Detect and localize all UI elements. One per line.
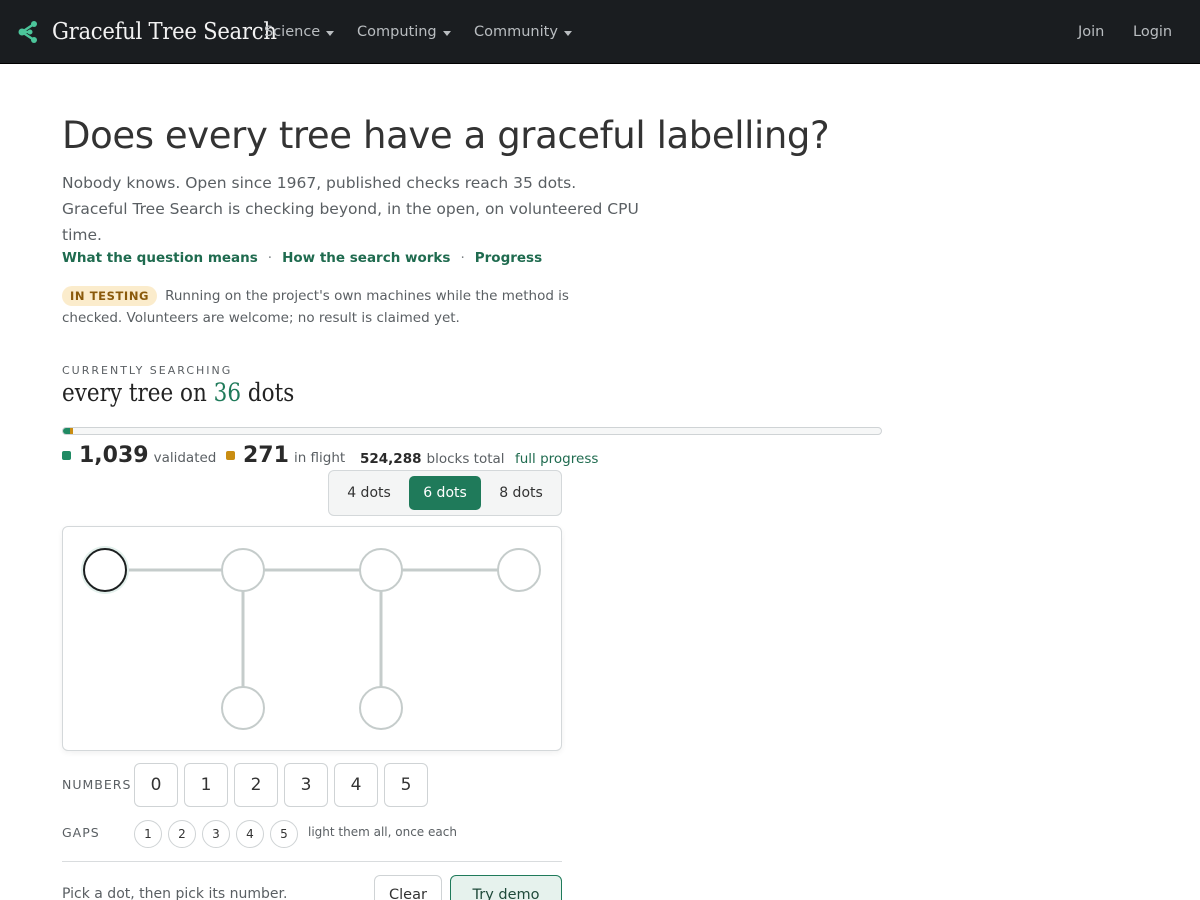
lead-paragraph: Nobody knows. Open since 1967, published… [62, 174, 639, 244]
in-flight-count: 271 [243, 443, 289, 468]
status-note: IN TESTING Running on the project's own m… [62, 285, 582, 329]
searching-heading: every tree on 36 dots [62, 378, 294, 407]
section-links: What the question means · How the search w… [62, 250, 542, 266]
join-link[interactable]: Join [1078, 0, 1104, 64]
gap-chip-1: 1 [134, 820, 162, 848]
progress-validated-fill [63, 428, 71, 434]
stat-validated: 1,039 validated [62, 443, 216, 468]
nav-menu-label: Community [474, 24, 558, 40]
gap-chip-4: 4 [236, 820, 264, 848]
link-separator: · [267, 250, 273, 266]
size-option-6[interactable]: 6 dots [409, 476, 481, 510]
link-separator: · [460, 250, 465, 266]
gap-chip-5: 5 [270, 820, 298, 848]
nav-menu-science[interactable]: Science [264, 0, 335, 64]
tree-dot-2[interactable] [221, 548, 265, 592]
size-option-4[interactable]: 4 dots [333, 476, 405, 510]
number-button-4[interactable]: 4 [334, 763, 378, 807]
total-count: 524,288 [360, 451, 422, 467]
in-flight-label: in flight [293, 450, 346, 466]
nav-menu-label: Computing [357, 24, 437, 40]
link-what-question-means[interactable]: What the question means [62, 250, 258, 266]
searching-suffix: dots [247, 378, 295, 407]
link-progress[interactable]: Progress [475, 250, 542, 266]
tree-drawing [81, 546, 541, 730]
validated-label: validated [153, 450, 217, 466]
nav-menu-label: Science [264, 24, 321, 40]
gaps-hint: light them all, once each [308, 825, 457, 839]
number-button-1[interactable]: 1 [184, 763, 228, 807]
tree-dot-5[interactable] [221, 686, 265, 730]
number-button-2[interactable]: 2 [234, 763, 278, 807]
validated-swatch-icon [62, 451, 71, 460]
status-badge: IN TESTING [62, 286, 158, 306]
full-progress-label: full progress [515, 451, 599, 467]
caret-down-icon [326, 30, 335, 36]
numbers-label: NUMBERS [62, 777, 132, 792]
divider [62, 861, 562, 862]
number-button-5[interactable]: 5 [384, 763, 428, 807]
searching-dots-count: 36 [213, 378, 242, 407]
link-how-search-works[interactable]: How the search works [282, 250, 450, 266]
caret-down-icon [442, 30, 451, 36]
try-demo-button[interactable]: Try demo [450, 875, 562, 900]
search-progress-bar [62, 427, 882, 435]
nav-menu-community[interactable]: Community [474, 0, 572, 64]
tree-dot-1[interactable] [83, 548, 127, 592]
clear-button[interactable]: Clear [374, 875, 442, 900]
tree-dot-6[interactable] [359, 686, 403, 730]
page-title: Does every tree have a graceful labellin… [62, 114, 830, 157]
gaps-label: GAPS [62, 825, 100, 840]
searching-kicker: CURRENTLY SEARCHING [62, 364, 233, 377]
brand[interactable]: Graceful Tree Search [16, 0, 296, 64]
tree-logo-icon [18, 21, 37, 43]
stat-in-flight: 271 in flight [226, 443, 345, 468]
number-button-3[interactable]: 3 [284, 763, 328, 807]
gap-chip-2: 2 [168, 820, 196, 848]
tree-canvas [62, 526, 562, 751]
searching-prefix: every tree on [62, 378, 207, 407]
tree-dot-4[interactable] [497, 548, 541, 592]
total-label: blocks total [426, 451, 505, 467]
tree-size-selector: 4 dots 6 dots 8 dots [328, 470, 562, 516]
number-button-0[interactable]: 0 [134, 763, 178, 807]
size-option-8[interactable]: 8 dots [485, 476, 557, 510]
tree-dot-3[interactable] [359, 548, 403, 592]
full-progress-link[interactable]: full progress [515, 451, 598, 467]
gap-chip-3: 3 [202, 820, 230, 848]
progress-in-flight-fill [70, 428, 74, 434]
in-flight-swatch-icon [226, 451, 235, 460]
caret-down-icon [563, 30, 572, 36]
stat-total: 524,288 blocks total [360, 451, 505, 467]
navbar: Graceful Tree Search Science Computing C… [0, 0, 1200, 64]
nav-menu-computing[interactable]: Computing [357, 0, 451, 64]
instruction-text: Pick a dot, then pick its number. [62, 886, 288, 900]
brand-name: Graceful Tree Search [52, 19, 277, 45]
login-link[interactable]: Login [1133, 0, 1172, 64]
validated-count: 1,039 [79, 443, 149, 468]
